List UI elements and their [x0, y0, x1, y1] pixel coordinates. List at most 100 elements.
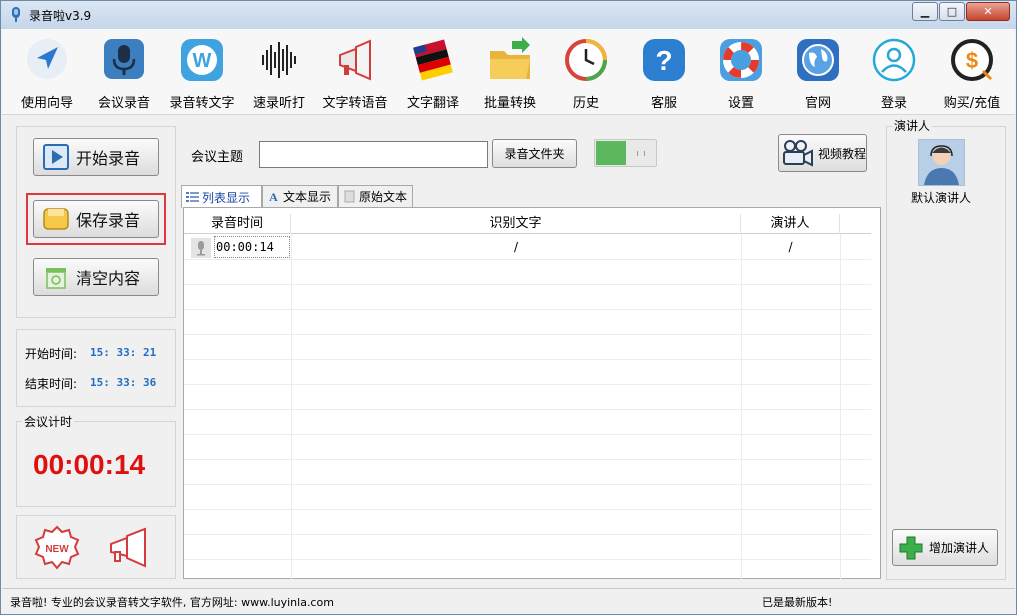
clear-content-button[interactable]: 清空内容 — [33, 258, 159, 296]
close-button[interactable]: ✕ — [966, 2, 1010, 21]
table-header: 录音时间 识别文字 演讲人 — [184, 214, 871, 234]
svg-text:?: ? — [655, 45, 672, 76]
toolbar-label: 使用向导 — [20, 96, 73, 111]
end-time-label: 结束时间: — [25, 377, 78, 391]
tab-label: 文本显示 — [283, 190, 332, 204]
megaphone-icon — [339, 39, 371, 81]
toolbar-meeting-record[interactable]: 会议录音 — [86, 33, 162, 111]
add-speaker-button[interactable]: 增加演讲人 — [892, 529, 998, 566]
grid-row-line — [184, 359, 871, 360]
lifebuoy-icon — [720, 39, 762, 81]
row-speaker-cell[interactable]: / — [741, 236, 840, 258]
grid-row-line — [184, 459, 871, 460]
mic-row-icon[interactable] — [191, 238, 211, 258]
w-letter-icon: W — [181, 39, 223, 81]
tab-raw-text[interactable]: 原始文本 — [338, 185, 413, 207]
svg-text:W: W — [193, 50, 212, 72]
toolbar-support[interactable]: ? 客服 — [626, 33, 702, 111]
main-toolbar: 使用向导 会议录音 W 录音转文字 速录听打 文字转语音 文字翻译 批量转换 历… — [2, 29, 1015, 115]
maximize-button[interactable]: □ — [939, 2, 965, 21]
grid-row-line — [184, 309, 871, 310]
record-table[interactable]: 录音时间 识别文字 演讲人 00:00:14 / / — [183, 207, 881, 579]
toolbar-label: 会议录音 — [97, 96, 150, 111]
minimize-button[interactable]: ▁ — [912, 2, 938, 21]
app-window: 录音啦v3.9 ▁ □ ✕ 使用向导 会议录音 W 录音转文字 速录听打 文字转… — [0, 0, 1017, 615]
tab-text-view[interactable]: A 文本显示 — [262, 185, 338, 207]
window-title: 录音啦v3.9 — [29, 9, 92, 23]
grid-row-line — [184, 334, 871, 335]
grid-row-line — [184, 384, 871, 385]
column-header-time[interactable]: 录音时间 — [184, 214, 291, 234]
toolbar-dictation[interactable]: 速录听打 — [241, 33, 317, 111]
column-header-speaker[interactable]: 演讲人 — [741, 214, 840, 234]
toggle-knob — [596, 141, 626, 165]
toolbar-text-to-speech[interactable]: 文字转语音 — [317, 33, 393, 111]
start-time-label: 开始时间: — [25, 347, 78, 361]
column-header-text[interactable]: 识别文字 — [291, 214, 741, 234]
video-tutorial-label: 视频教程 — [818, 146, 867, 161]
start-record-button[interactable]: 开始录音 — [33, 138, 159, 176]
globe-icon — [797, 39, 839, 81]
microphone-icon — [104, 39, 144, 79]
document-icon — [344, 190, 355, 203]
dollar-icon: $ — [951, 39, 993, 81]
topic-label: 会议主题 — [191, 150, 244, 165]
toolbar-label: 速录听打 — [252, 96, 305, 111]
grid-row-line — [184, 484, 871, 485]
toolbar-label: 批量转换 — [483, 96, 536, 111]
list-icon — [186, 191, 199, 202]
toolbar-login[interactable]: 登录 — [856, 33, 932, 111]
grid-row-line — [184, 534, 871, 535]
navigation-arrow-icon — [27, 39, 67, 79]
play-icon — [43, 144, 69, 170]
toolbar-website[interactable]: 官网 — [780, 33, 856, 111]
add-speaker-label: 增加演讲人 — [929, 541, 990, 555]
toolbar-translate[interactable]: 文字翻译 — [395, 33, 471, 111]
status-right-text: 已是最新版本! — [762, 596, 833, 609]
plus-icon — [899, 536, 923, 559]
grid-divider — [291, 234, 292, 579]
flags-icon — [413, 39, 453, 81]
default-speaker-avatar[interactable] — [918, 139, 965, 186]
toolbar-label: 官网 — [804, 96, 831, 111]
status-bar: 录音啦! 专业的会议录音转文字软件, 官方网址: www.luyinla.com… — [2, 588, 1015, 614]
toolbar-label: 设置 — [727, 96, 754, 111]
toolbar-settings[interactable]: 设置 — [703, 33, 779, 111]
toolbar-label: 文字翻译 — [406, 96, 459, 111]
time-panel — [16, 329, 176, 407]
grid-row-line — [184, 509, 871, 510]
user-icon — [872, 38, 916, 82]
clock-icon — [565, 39, 607, 81]
new-badge-icon[interactable]: NEW — [33, 524, 81, 572]
meeting-timer-title: 会议计时 — [22, 413, 75, 430]
window-controls: ▁ □ ✕ — [911, 2, 1010, 21]
save-record-button[interactable]: 保存录音 — [33, 200, 159, 238]
folder-icon — [490, 37, 530, 79]
default-speaker-label[interactable]: 默认演讲人 — [906, 189, 976, 206]
toolbar-batch-convert[interactable]: 批量转换 — [472, 33, 548, 111]
row-text-cell[interactable]: / — [291, 236, 741, 258]
speaker-panel-title: 演讲人 — [892, 117, 933, 134]
record-folder-button[interactable]: 录音文件夹 — [492, 139, 577, 168]
tab-list-view[interactable]: 列表显示 — [181, 185, 262, 208]
mode-toggle[interactable] — [594, 139, 657, 167]
video-tutorial-button[interactable]: 视频教程 — [778, 134, 867, 172]
toolbar-guide[interactable]: 使用向导 — [9, 33, 85, 111]
start-record-label: 开始录音 — [76, 149, 141, 168]
topic-input[interactable] — [259, 141, 488, 168]
toolbar-label: 客服 — [650, 96, 677, 111]
title-bar: 录音啦v3.9 ▁ □ ✕ — [1, 1, 1016, 29]
svg-text:$: $ — [966, 48, 978, 73]
tab-label: 原始文本 — [359, 190, 408, 204]
row-time-cell[interactable]: 00:00:14 — [214, 236, 290, 258]
megaphone-promo-icon[interactable] — [105, 526, 153, 570]
recycle-bin-icon — [46, 268, 66, 289]
meeting-timer: 00:00:14 — [33, 449, 146, 480]
start-time-value: 15: 33: 21 — [90, 346, 157, 359]
grid-divider — [741, 234, 742, 579]
toolbar-purchase[interactable]: $ 购买/充值 — [934, 33, 1010, 111]
toolbar-history[interactable]: 历史 — [548, 33, 624, 111]
toolbar-speech-to-text[interactable]: W 录音转文字 — [164, 33, 240, 111]
question-icon: ? — [643, 39, 685, 81]
save-record-label: 保存录音 — [76, 211, 141, 230]
